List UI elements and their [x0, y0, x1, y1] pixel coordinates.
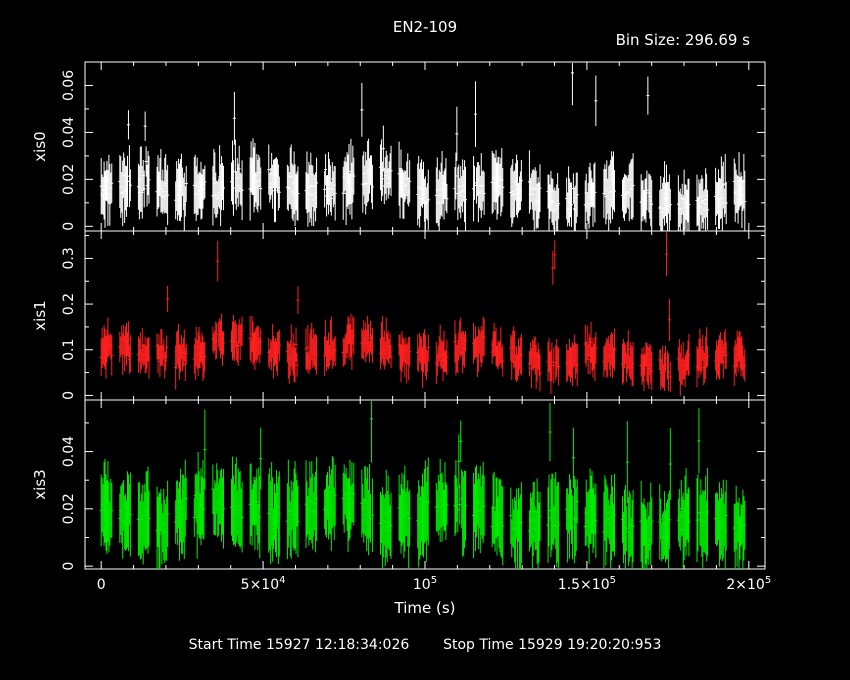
series-xis3 — [99, 401, 747, 569]
ylabel-xis0: xis0 — [31, 131, 49, 161]
xtick-label: 105 — [413, 575, 437, 593]
xtick-label: 2×105 — [726, 575, 771, 593]
panels-group: 0 0.02 0.04 0.06 xis0 0 0.1 0.2 0.3 xis1 0 0.02 0.04… — [31, 61, 766, 571]
x-axis: 0 5×104 105 1.5×105 2×105 Time (s) — [97, 575, 771, 617]
chart-title: EN2-109 — [393, 18, 457, 36]
ytick-label-xis1: 0.3 — [61, 247, 77, 269]
xlabel: Time (s) — [394, 599, 456, 617]
xtick-label: 1.5×105 — [558, 575, 616, 593]
xtick-exponent: 5 — [610, 575, 616, 586]
xtick-exponent: 4 — [279, 575, 285, 586]
ytick-label-xis3: 0 — [61, 562, 77, 571]
ylabel-xis1: xis1 — [31, 300, 49, 330]
series-xis0 — [99, 63, 747, 231]
series-xis1 — [99, 232, 747, 396]
footer-times: Start Time 15927 12:18:34:026 Stop Time … — [0, 637, 850, 653]
xtick-label: 0 — [97, 577, 106, 593]
xtick-exponent: 5 — [431, 575, 437, 586]
ytick-label-xis0: 0.04 — [61, 117, 77, 148]
xtick-exponent: 5 — [765, 575, 771, 586]
xtick-label: 5×104 — [241, 575, 286, 593]
light-curve-chart: EN2-109 Bin Size: 296.69 s 0 0.02 0.04 0.06… — [31, 18, 771, 617]
ytick-label-xis3: 0.02 — [61, 493, 77, 524]
ytick-label-xis3: 0.04 — [61, 436, 77, 467]
bin-size-label: Bin Size: 296.69 s — [616, 31, 751, 49]
stop-time-label: Stop Time 15929 19:20:20:953 — [443, 637, 662, 653]
ylabel-xis3: xis3 — [31, 469, 49, 499]
panel-xis1: 0 0.1 0.2 0.3 xis1 — [31, 230, 766, 401]
ytick-label-xis0: 0.02 — [61, 164, 77, 195]
ytick-label-xis1: 0.1 — [61, 339, 77, 361]
panel-xis3: 0 0.02 0.04 xis3 — [31, 399, 766, 571]
ytick-label-xis0: 0.06 — [61, 70, 77, 101]
ytick-label-xis0: 0 — [61, 222, 77, 231]
ytick-label-xis1: 0 — [61, 391, 77, 400]
ytick-label-xis1: 0.2 — [61, 293, 77, 315]
start-time-label: Start Time 15927 12:18:34:026 — [188, 637, 410, 653]
panel-xis0: 0 0.02 0.04 0.06 xis0 — [31, 61, 766, 232]
